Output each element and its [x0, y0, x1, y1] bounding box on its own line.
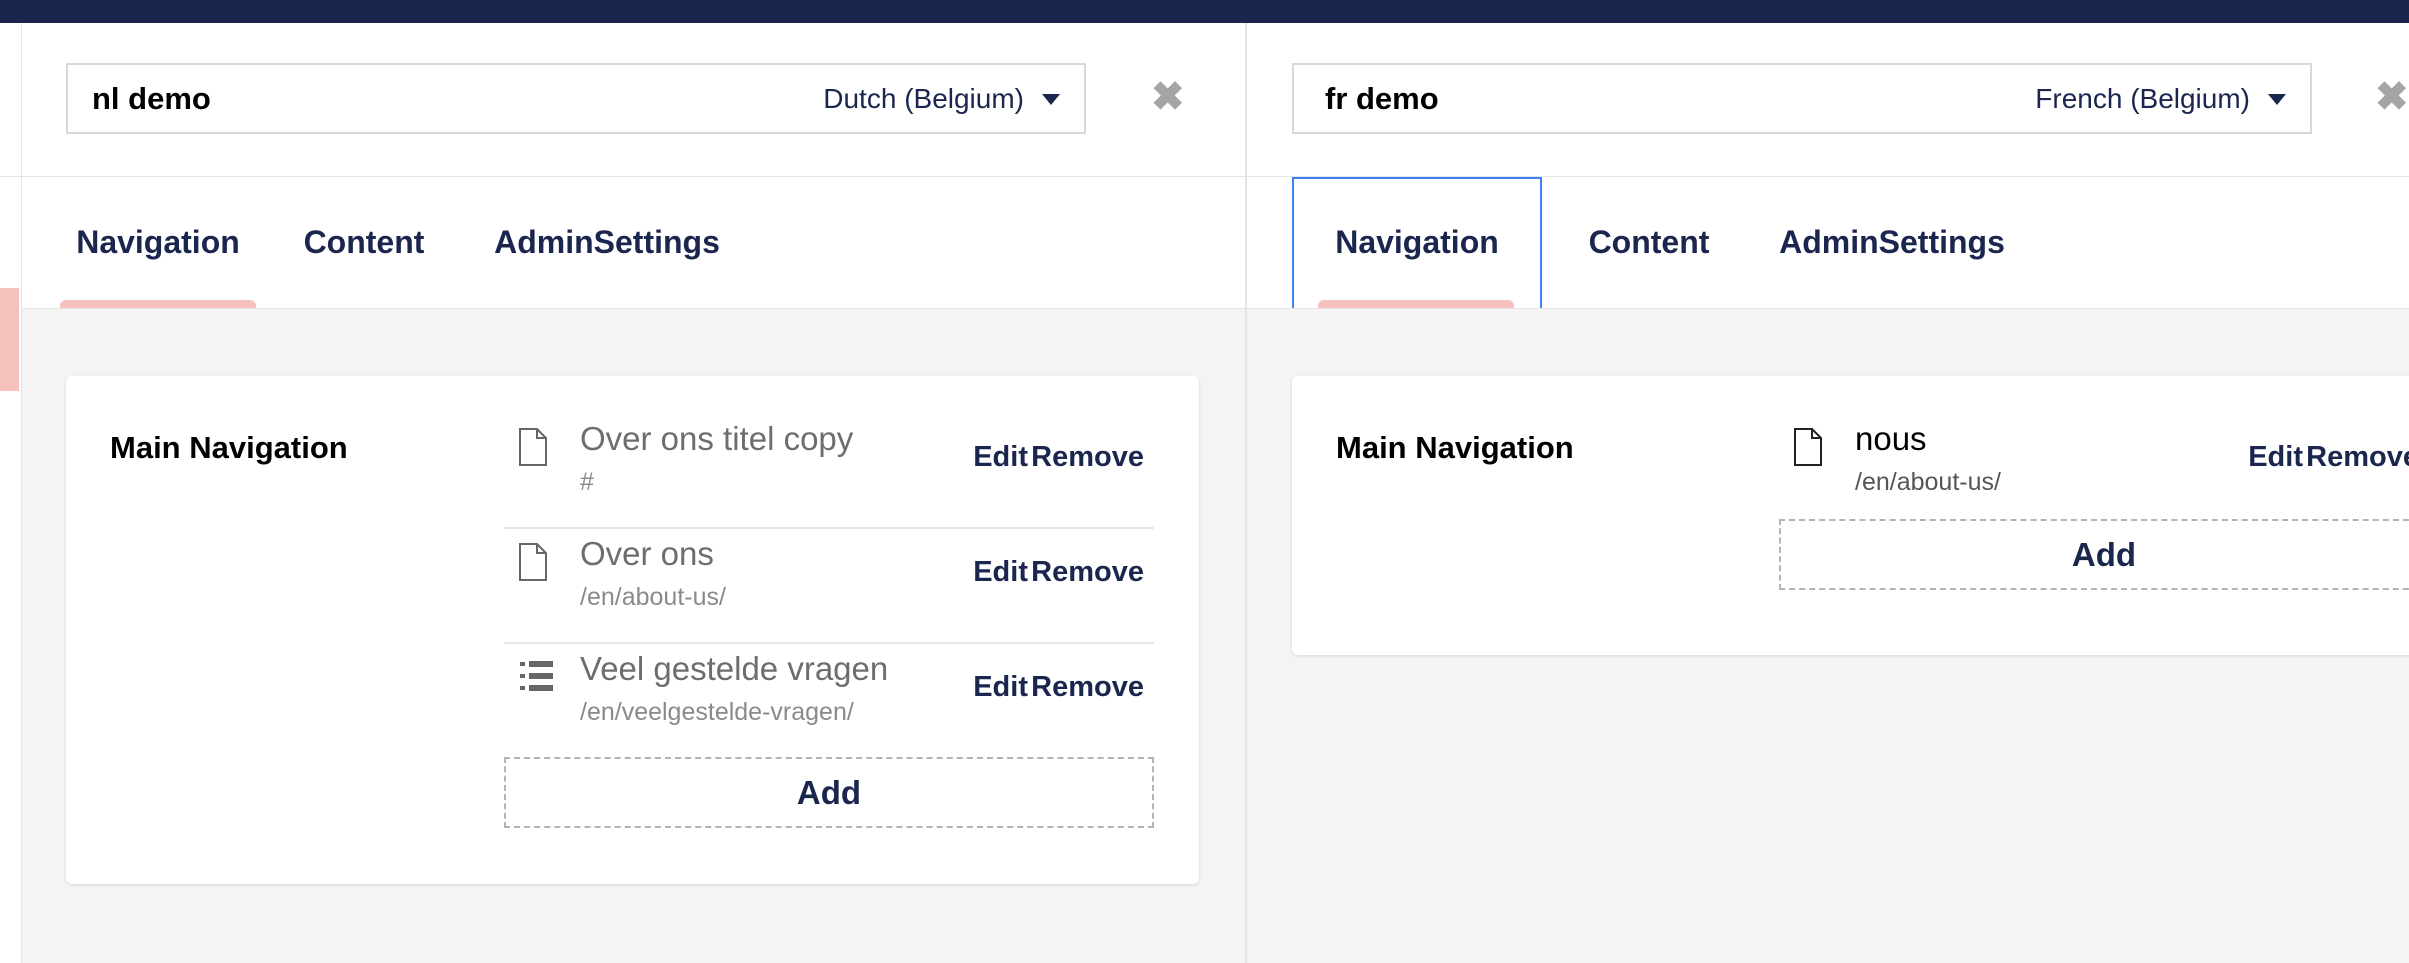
tab-label: Navigation [1335, 224, 1499, 260]
tab-label: Content [303, 224, 425, 260]
caret-down-icon [1042, 94, 1060, 105]
pane-header: nl demo Dutch (Belgium) ✖ [22, 23, 1245, 177]
variant-name: nl demo [92, 81, 211, 116]
remove-link[interactable]: Remove [1031, 556, 1144, 589]
tab-label: Content [1588, 224, 1710, 260]
edit-link[interactable]: Edit [2248, 441, 2303, 474]
tab-navigation[interactable]: Navigation [60, 177, 256, 308]
document-icon [1794, 428, 1822, 466]
active-tab-indicator [60, 300, 256, 308]
caret-down-icon [2268, 94, 2286, 105]
variant-select[interactable]: nl demo Dutch (Belgium) [66, 63, 1086, 134]
document-icon [519, 428, 547, 466]
tab-bar: Navigation Content AdminSettings [22, 177, 1245, 309]
nav-item-title: nous [1855, 420, 1927, 457]
nav-item-title: Over ons [580, 535, 714, 572]
variant-language: Dutch (Belgium) [823, 83, 1024, 114]
nav-item-url: /en/veelgestelde-vragen/ [580, 698, 854, 726]
variant-pane-fr: fr demo French (Belgium) ✖ Navigation Co… [1247, 23, 2409, 963]
add-button[interactable]: Add [504, 757, 1154, 828]
nav-item-url: # [580, 468, 594, 496]
tab-content[interactable]: Content [282, 177, 446, 308]
tab-label: AdminSettings [1779, 224, 2005, 260]
tab-navigation[interactable]: Navigation [1292, 177, 1542, 308]
add-button[interactable]: Add [1779, 519, 2409, 590]
nav-item: Over ons /en/about-us/ Edit Remove [504, 529, 1154, 644]
edge-marker [0, 288, 19, 391]
edit-link[interactable]: Edit [973, 671, 1028, 704]
nav-item-title: Over ons titel copy [580, 420, 854, 457]
numbered-list-icon [520, 661, 553, 691]
tab-content[interactable]: Content [1567, 177, 1731, 308]
nav-item-url: /en/about-us/ [580, 583, 726, 611]
divider [0, 176, 21, 177]
navigation-card: Main Navigation nous /en/about-us/ Edit … [1292, 376, 2409, 655]
top-bar [0, 0, 2409, 23]
variant-select[interactable]: fr demo French (Belgium) [1292, 63, 2312, 134]
active-tab-indicator [1318, 300, 1514, 308]
section-title: Main Navigation [110, 430, 348, 465]
close-icon[interactable]: ✖ [2375, 75, 2409, 119]
remove-link[interactable]: Remove [2306, 441, 2409, 474]
tab-adminsettings[interactable]: AdminSettings [1757, 177, 2027, 308]
close-icon[interactable]: ✖ [1151, 75, 1185, 119]
nav-item-url: /en/about-us/ [1855, 468, 2001, 496]
remove-link[interactable]: Remove [1031, 671, 1144, 704]
tab-label: Navigation [76, 224, 240, 260]
nav-item: nous /en/about-us/ Edit Remove [1779, 414, 2409, 519]
nav-item: Over ons titel copy # Edit Remove [504, 414, 1154, 529]
nav-item-list: Over ons titel copy # Edit Remove Over o… [504, 414, 1154, 828]
pane-body: Main Navigation Over ons titel copy # Ed… [22, 309, 1245, 963]
navigation-card: Main Navigation Over ons titel copy # Ed… [66, 376, 1199, 884]
nav-item: Veel gestelde vragen /en/veelgestelde-vr… [504, 644, 1154, 757]
edit-link[interactable]: Edit [973, 441, 1028, 474]
pane-header: fr demo French (Belgium) ✖ [1247, 23, 2409, 177]
variant-language: French (Belgium) [2035, 83, 2250, 114]
nav-item-title: Veel gestelde vragen [580, 650, 889, 687]
tab-adminsettings[interactable]: AdminSettings [472, 177, 742, 308]
tab-bar: Navigation Content AdminSettings [1247, 177, 2409, 309]
document-icon [519, 543, 547, 581]
tab-label: AdminSettings [494, 224, 720, 260]
nav-item-list: nous /en/about-us/ Edit Remove Add [1779, 414, 2409, 590]
section-title: Main Navigation [1336, 430, 1574, 465]
variant-pane-nl: nl demo Dutch (Belgium) ✖ Navigation Con… [22, 23, 1247, 963]
edit-link[interactable]: Edit [973, 556, 1028, 589]
pane-body: Main Navigation nous /en/about-us/ Edit … [1247, 309, 2409, 963]
remove-link[interactable]: Remove [1031, 441, 1144, 474]
variant-name: fr demo [1325, 81, 1439, 116]
left-edge-panel [0, 23, 22, 963]
